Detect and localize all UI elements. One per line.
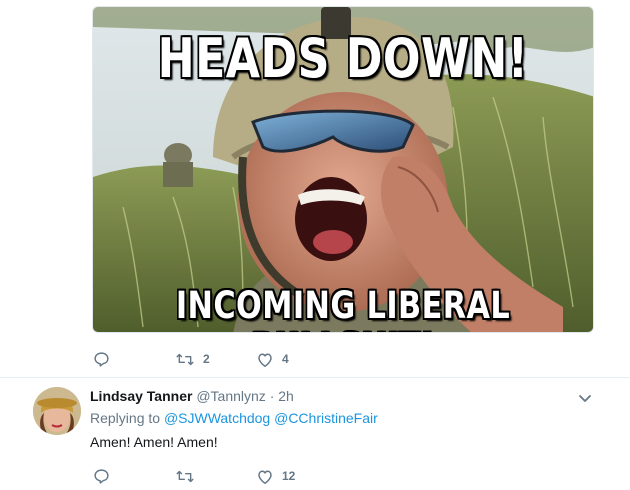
mention-link[interactable]: @CChristineFair <box>274 410 378 426</box>
reply-button[interactable] <box>93 466 118 486</box>
reply-icon <box>93 468 110 485</box>
more-options-button[interactable] <box>577 390 593 406</box>
time-separator: · <box>269 388 275 404</box>
replying-to: Replying to @SJWWatchdog @CChristineFair <box>90 410 378 426</box>
tweet-media-image[interactable]: HEADS DOWN! INCOMING LIBERAL BULLSHIT! <box>92 6 594 333</box>
reply-text: Amen! Amen! Amen! <box>90 434 218 450</box>
heart-icon <box>256 351 274 368</box>
like-count: 4 <box>282 352 289 366</box>
replying-prefix: Replying to <box>90 410 161 426</box>
retweet-button[interactable]: 2 <box>175 349 210 369</box>
retweet-count: 2 <box>203 352 210 366</box>
meme-bottom-caption: INCOMING LIBERAL BULLSHIT! <box>175 284 511 333</box>
reply-action-bar: 12 <box>0 466 630 486</box>
reply-header: Lindsay Tanner @Tannlynz · 2h <box>90 388 294 404</box>
mention-link[interactable]: @SJWWatchdog <box>164 410 270 426</box>
like-button[interactable]: 12 <box>256 466 295 486</box>
like-count: 12 <box>282 469 296 483</box>
retweet-button[interactable] <box>175 466 203 486</box>
reply-button[interactable] <box>93 349 118 369</box>
timestamp[interactable]: 2h <box>278 388 294 404</box>
meme-top-caption: HEADS DOWN! <box>157 27 529 90</box>
heart-icon <box>256 468 274 485</box>
chevron-down-icon <box>577 393 593 410</box>
reply-icon <box>93 351 110 368</box>
tweet-divider <box>0 377 630 378</box>
display-name[interactable]: Lindsay Tanner <box>90 388 192 404</box>
user-handle[interactable]: @Tannlynz <box>196 388 265 404</box>
like-button[interactable]: 4 <box>256 349 289 369</box>
retweet-icon <box>175 468 195 485</box>
avatar[interactable] <box>33 387 81 435</box>
retweet-icon <box>175 351 195 368</box>
tweet-action-bar: 2 4 <box>0 349 630 369</box>
